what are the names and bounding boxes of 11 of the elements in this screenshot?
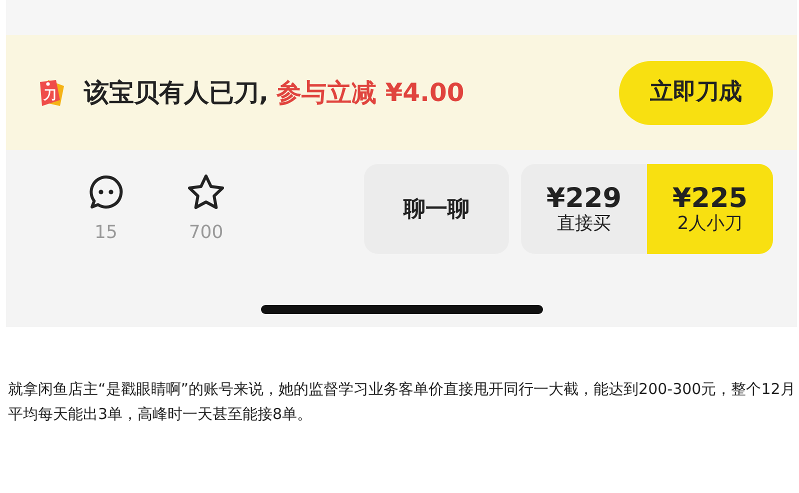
caption-paragraph: 就拿闲鱼店主“是戳眼睛啊”的账号来说，她的监督学习业务客单价直接甩开同行一大截，能达到200-300元，整个12月平均每天能出3单，高峰时一天甚至能接8单。 (8, 379, 796, 425)
action-count: 700 (188, 220, 224, 244)
star-icon[interactable] (186, 172, 226, 210)
action-count: 15 (94, 220, 118, 244)
chat-button[interactable]: 聊一聊 (364, 164, 509, 254)
comment-icon[interactable] (87, 172, 125, 210)
price-option-button[interactable]: ¥225 2人小刀 (647, 164, 773, 254)
banner-message: 该宝贝有人已刀, (84, 76, 268, 109)
cut-now-button[interactable]: 立即刀成 (619, 60, 773, 124)
price-option-button[interactable]: ¥229 直接买 (521, 164, 647, 254)
discount-text: 参与立减 ¥4.00 (276, 76, 464, 109)
